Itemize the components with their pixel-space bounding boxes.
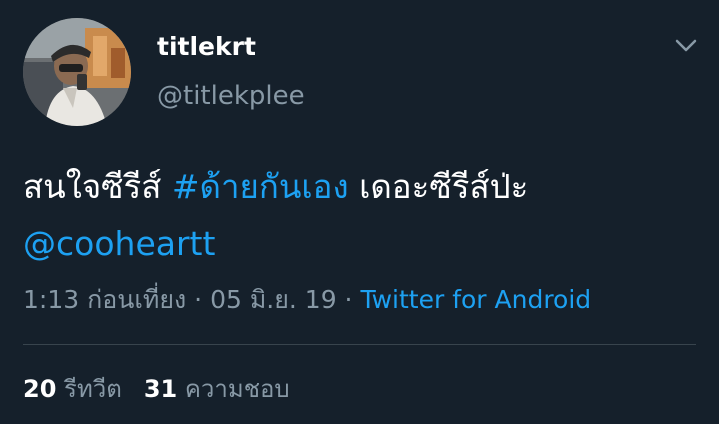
tweet-text-middle: เดอะซีรีส์ป่ะ (348, 167, 529, 206)
meta-separator: · (336, 285, 361, 314)
meta-separator: · (186, 285, 211, 314)
tweet-stats: 20 รีทวีต 31 ความชอบ (23, 371, 290, 407)
tweet-detail: titlekrt @titlekplee สนใจซีรีส์ #ด้ายกัน… (0, 0, 719, 424)
avatar[interactable] (23, 18, 131, 126)
tweet-source-link[interactable]: Twitter for Android (360, 285, 591, 314)
tweet-text: สนใจซีรีส์ #ด้ายกันเอง เดอะซีรีส์ป่ะ @coo… (23, 158, 703, 272)
tweet-date[interactable]: 05 มิ.ย. 19 (210, 285, 337, 314)
retweets-label: รีทวีต (64, 375, 122, 403)
likes-count: 31 (143, 375, 178, 403)
retweets-count: 20 (23, 375, 57, 403)
tweet-time[interactable]: 1:13 ก่อนเที่ยง (23, 285, 186, 314)
tweet-meta: 1:13 ก่อนเที่ยง · 05 มิ.ย. 19 · Twitter … (23, 282, 591, 318)
user-handle[interactable]: @titlekplee (157, 79, 305, 113)
user-avatar-photo (23, 18, 131, 126)
divider (23, 344, 696, 345)
likes-stat[interactable]: 31 ความชอบ (144, 371, 290, 407)
likes-label: ความชอบ (184, 375, 290, 403)
chevron-down-icon[interactable] (671, 33, 701, 59)
mention-link[interactable]: @cooheartt (23, 224, 215, 263)
tweet-text-prefix: สนใจซีรีส์ (23, 167, 172, 206)
hashtag-link[interactable]: #ด้ายกันเอง (172, 167, 349, 206)
retweets-stat[interactable]: 20 รีทวีต (23, 371, 122, 407)
display-name[interactable]: titlekrt (157, 30, 256, 64)
